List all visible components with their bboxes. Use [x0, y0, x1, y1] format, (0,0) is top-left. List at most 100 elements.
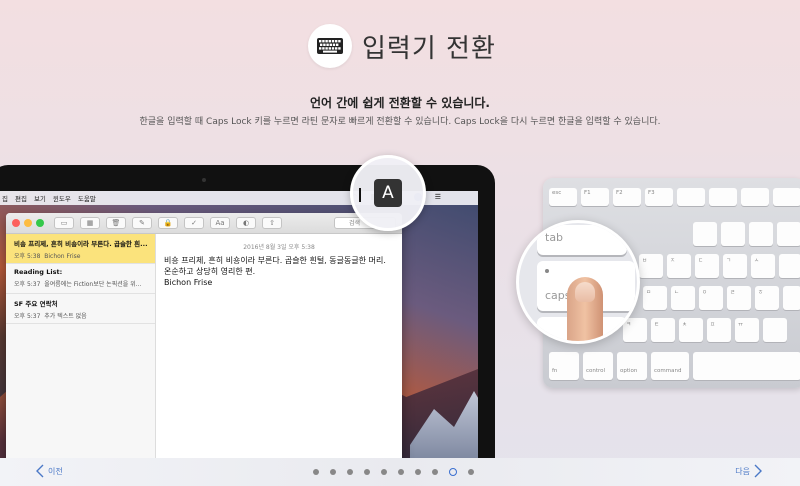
number-key: [693, 222, 717, 246]
space-bar: [693, 352, 800, 380]
notes-window: ▭ ▦ 🗑 ✎ 🔒 ✓ Aa ◐ ⇧ 검색 비숑 프리제, 흔히 비숑이라 부른…: [6, 213, 402, 463]
chevron-left-icon: [36, 464, 44, 478]
note-meta: 오후 5:37 추가 텍스트 없음: [14, 313, 87, 320]
a-row-key: ㅁ: [643, 286, 667, 310]
z-row-key: ㅌ: [651, 318, 675, 342]
menu-item-file: 집: [2, 195, 8, 203]
checklist-button[interactable]: ✓: [184, 217, 204, 229]
note-date: 2016년 8월 3일 오후 5:38: [243, 244, 315, 251]
finger-illustration: [567, 277, 603, 341]
q-row-key: ㄷ: [695, 254, 719, 278]
page-dots: [313, 468, 474, 476]
menu-item-view: 보기: [33, 195, 46, 203]
esc-key: esc: [549, 188, 577, 206]
number-key: [777, 222, 800, 246]
input-source-indicator: A: [374, 179, 402, 207]
zoom-window-button[interactable]: [36, 219, 44, 227]
keyboard-icon: [317, 38, 343, 54]
f5-key: [709, 188, 737, 206]
camera-dot: [202, 178, 206, 182]
z-row-key: ㅍ: [707, 318, 731, 342]
menu-item-help: 도움말: [77, 195, 96, 203]
next-button[interactable]: 다음: [731, 464, 762, 478]
tab-key: tab: [537, 225, 627, 255]
control-key: control: [583, 352, 613, 380]
f6-key: [741, 188, 769, 206]
a-row-key: ㄴ: [671, 286, 695, 310]
page-dot-3[interactable]: [347, 469, 353, 475]
option-key: option: [617, 352, 647, 380]
z-row-key: ㅠ: [735, 318, 759, 342]
chevron-right-icon: [754, 464, 762, 478]
z-row-key: ㅊ: [679, 318, 703, 342]
list-item[interactable]: 비숑 프리제, 흔히 비숑이라 부른다. 곱슬한 흰... 오후 5:38 Bi…: [6, 234, 155, 264]
fingernail: [575, 282, 595, 302]
new-note-button[interactable]: ✎: [132, 217, 152, 229]
q-row-key: ㅅ: [751, 254, 775, 278]
attachments-button[interactable]: ▦: [80, 217, 100, 229]
previous-label: 이전: [48, 466, 63, 476]
note-meta: 오후 5:37 올여름에는 Fiction보단 논픽션을 위...: [14, 281, 142, 288]
caps-lock-magnifier: tab caps: [516, 220, 640, 344]
mac-screen: 집 편집 보기 윈도우 도움말 ◠ ☰ ▭ ▦ 🗑 ✎ 🔒: [0, 191, 478, 465]
list-item[interactable]: Reading List: 오후 5:37 올여름에는 Fiction보단 논픽…: [6, 264, 155, 294]
page-title: 입력기 전환: [362, 34, 496, 64]
menu-item-window: 윈도우: [52, 195, 71, 203]
page-dot-2[interactable]: [330, 469, 336, 475]
a-row-key: ㅇ: [699, 286, 723, 310]
number-key: [749, 222, 773, 246]
notification-center-icon: ☰: [434, 193, 441, 201]
q-row-key: ㅈ: [667, 254, 691, 278]
q-row-key: [779, 254, 800, 278]
sidebar-toggle-button[interactable]: ▭: [54, 217, 74, 229]
minimize-window-button[interactable]: [24, 219, 32, 227]
q-row-key: ㅂ: [639, 254, 663, 278]
list-item[interactable]: SF 주요 연락처 오후 5:37 추가 텍스트 없음: [6, 294, 155, 324]
keyboard-icon-badge: [308, 24, 352, 68]
note-title: Reading List:: [14, 268, 63, 276]
menu-item-edit: 편집: [14, 195, 27, 203]
section-description: 한글을 입력할 때 Caps Lock 키를 누르면 라틴 문자로 빠르게 전환…: [139, 117, 661, 127]
note-title: 비숑 프리제, 흔히 비숑이라 부른다. 곱슬한 흰...: [14, 240, 147, 248]
command-key: command: [651, 352, 689, 380]
delete-note-button[interactable]: 🗑: [106, 217, 126, 229]
f1-key: F1: [581, 188, 609, 206]
f7-key: [773, 188, 800, 206]
page-dot-5[interactable]: [381, 469, 387, 475]
input-source-magnifier: A: [350, 155, 426, 231]
page-dot-1[interactable]: [313, 469, 319, 475]
a-row-key: [783, 286, 800, 310]
f3-key: F3: [645, 188, 673, 206]
page-dot-8[interactable]: [432, 469, 438, 475]
format-button[interactable]: Aa: [210, 217, 230, 229]
previous-button[interactable]: 이전: [36, 464, 67, 478]
close-window-button[interactable]: [12, 219, 20, 227]
note-meta: 오후 5:38 Bichon Frise: [14, 253, 81, 260]
lock-note-button[interactable]: 🔒: [158, 217, 178, 229]
share-button[interactable]: ⇧: [262, 217, 282, 229]
menubar-divider: [359, 188, 361, 202]
next-label: 다음: [735, 466, 750, 476]
f2-key: F2: [613, 188, 641, 206]
pagination-bar: 이전 다음: [0, 458, 800, 486]
page-dot-7[interactable]: [415, 469, 421, 475]
page-dot-4[interactable]: [364, 469, 370, 475]
a-row-key: ㄹ: [727, 286, 751, 310]
note-editor[interactable]: 2016년 8월 3일 오후 5:38 비숑 프리제, 흔히 비숑이라 부른다.…: [156, 234, 402, 463]
page-dot-10[interactable]: [468, 469, 474, 475]
note-content[interactable]: 비숑 프리제, 흔히 비숑이라 부른다. 곱슬한 흰털, 동글동글한 머리. 온…: [164, 255, 394, 288]
fn-key: fn: [549, 352, 579, 380]
f4-key: [677, 188, 705, 206]
page-dot-6[interactable]: [398, 469, 404, 475]
a-row-key: ㅎ: [755, 286, 779, 310]
q-row-key: ㄱ: [723, 254, 747, 278]
number-key: [721, 222, 745, 246]
z-row-key: [763, 318, 787, 342]
notes-list: 비숑 프리제, 흔히 비숑이라 부른다. 곱슬한 흰... 오후 5:38 Bi…: [6, 234, 156, 463]
add-people-button[interactable]: ◐: [236, 217, 256, 229]
page-dot-9[interactable]: [449, 468, 457, 476]
caps-lock-indicator: [545, 269, 549, 273]
note-title: SF 주요 연락처: [14, 300, 58, 308]
notes-toolbar: ▭ ▦ 🗑 ✎ 🔒 ✓ Aa ◐ ⇧ 검색: [6, 213, 402, 234]
section-headline: 언어 간에 쉽게 전환할 수 있습니다.: [309, 96, 490, 110]
